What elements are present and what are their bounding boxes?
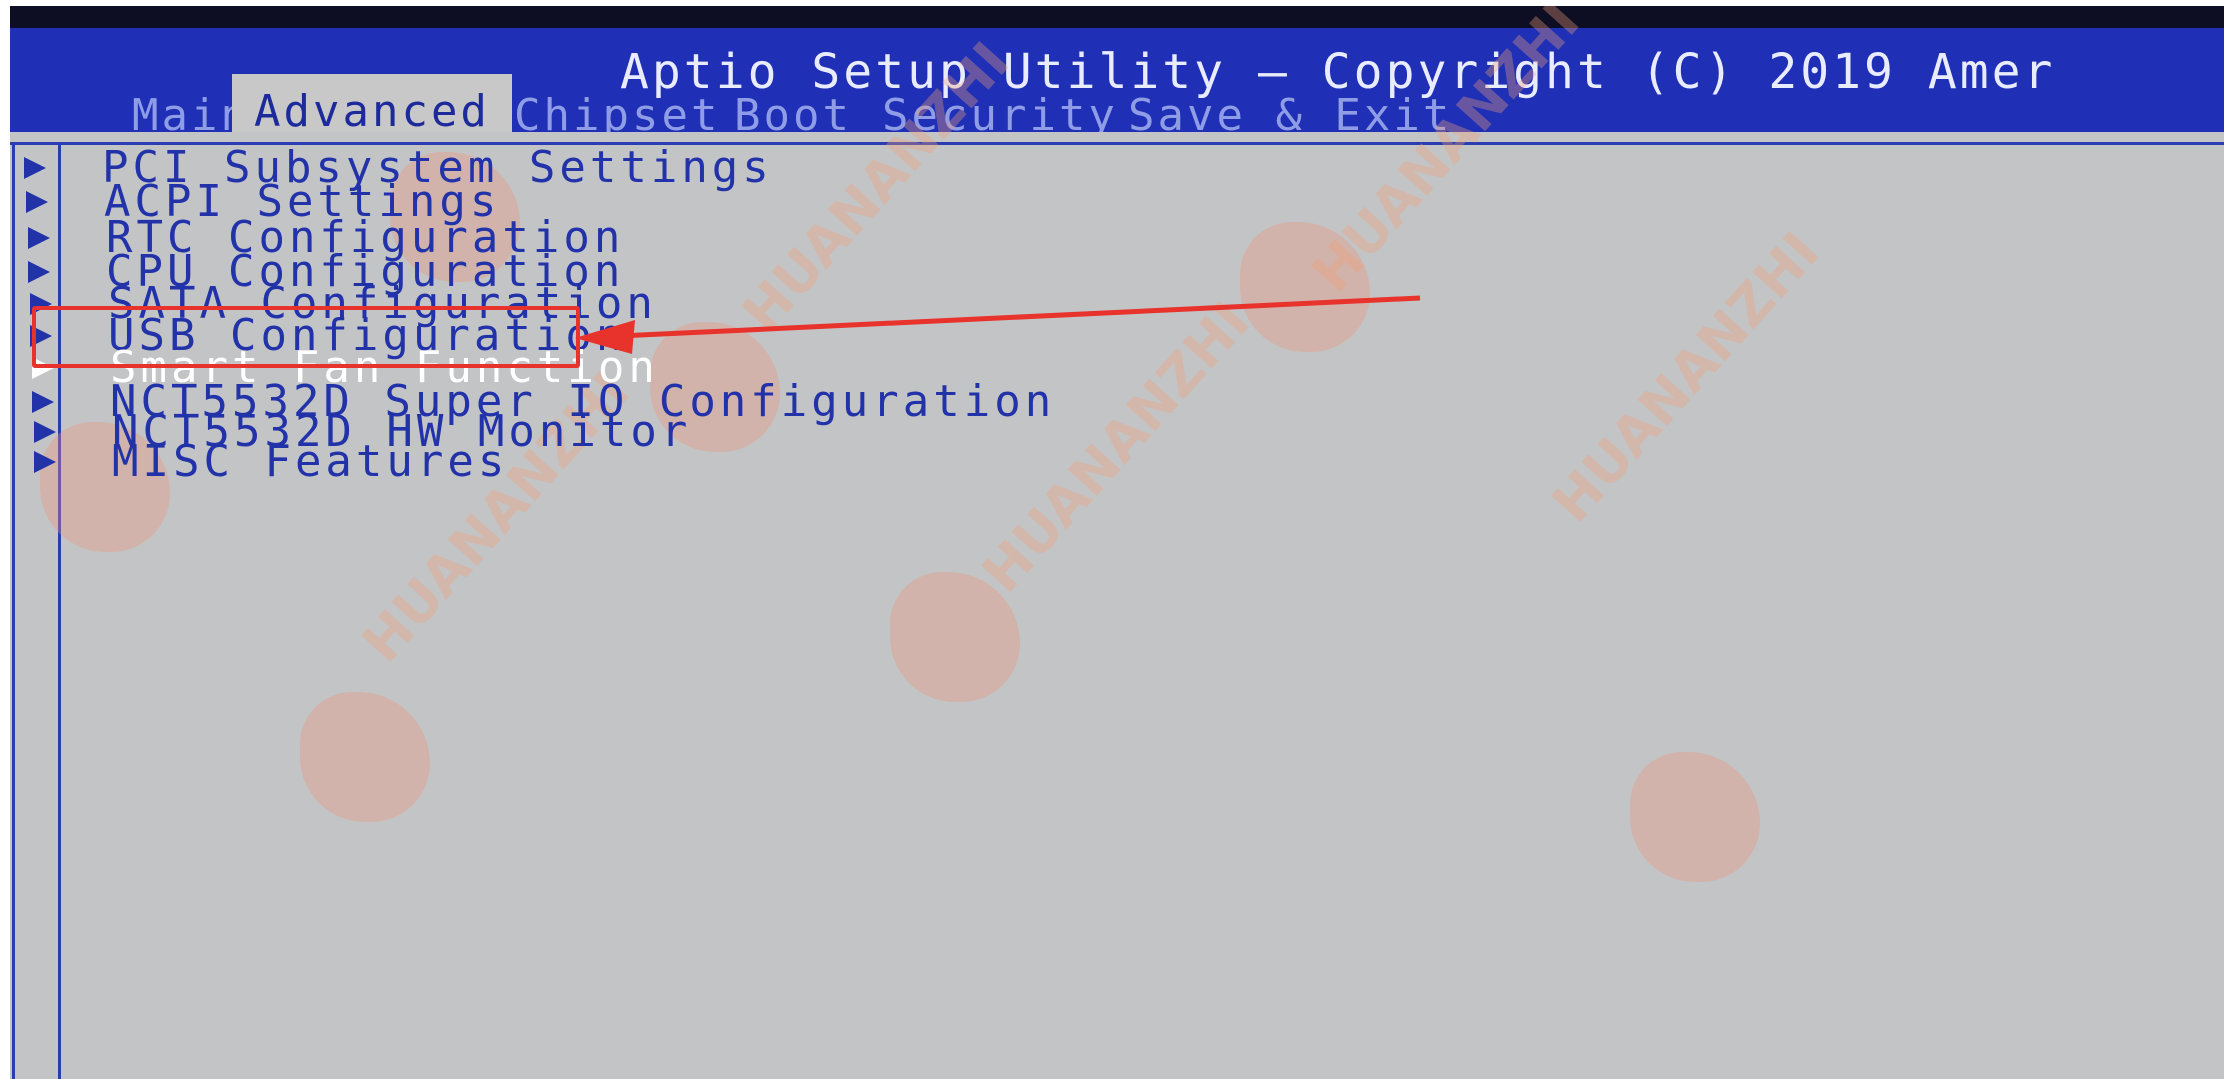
panel-left-border: [12, 142, 15, 1079]
watermark-text: HUANANZHI: [1540, 220, 1832, 535]
watermark-logo: [890, 572, 1020, 702]
menu-item-label: MISC Features: [112, 436, 509, 487]
submenu-arrow-icon: [26, 190, 48, 213]
submenu-arrow-icon: [34, 450, 56, 473]
menu-panel: HUANANZHI HUANANZHI HUANANZHI HUANANZHI …: [10, 6, 2224, 1079]
annotation-highlight-box: [32, 306, 580, 368]
watermark-logo: [1630, 752, 1760, 882]
watermark-logo: [300, 692, 430, 822]
bios-header: Aptio Setup Utility – Copyright (C) 2019…: [10, 28, 2224, 146]
bios-screen: Aptio Setup Utility – Copyright (C) 2019…: [10, 6, 2224, 1079]
menu-item-misc-features[interactable]: MISC Features: [34, 436, 508, 487]
watermark-text: HUANANZHI: [970, 290, 1262, 605]
